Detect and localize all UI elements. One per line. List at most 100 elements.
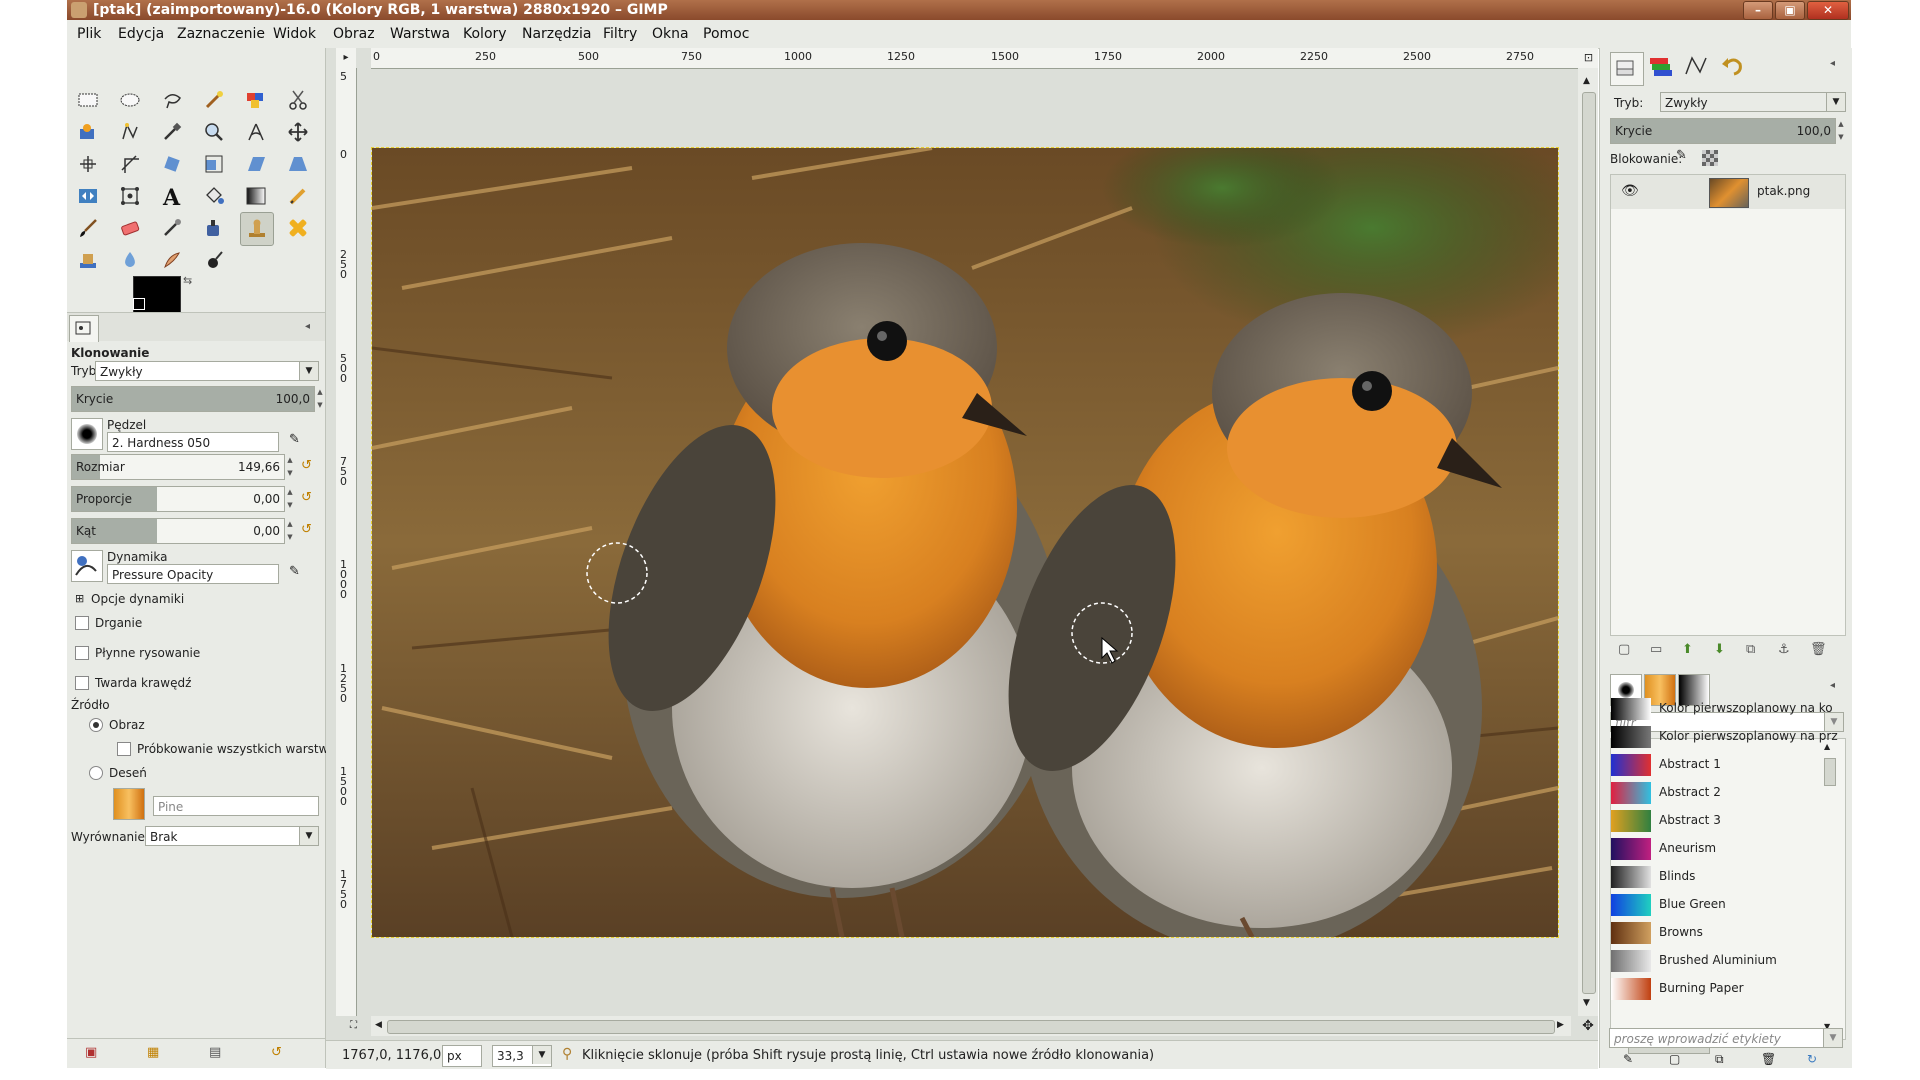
dodge-burn-icon[interactable] bbox=[198, 244, 230, 276]
restore-options-icon[interactable]: ▦ bbox=[147, 1045, 165, 1063]
brush-edit-icon[interactable]: ✎ bbox=[289, 432, 307, 450]
pencil-icon[interactable] bbox=[282, 180, 314, 212]
aspect-spinner[interactable]: ▲ ▼ bbox=[285, 486, 295, 512]
menu-edycja[interactable]: Edycja bbox=[118, 26, 164, 42]
scroll-down-icon[interactable]: ▼ bbox=[1583, 998, 1590, 1008]
close-button[interactable]: ✕ bbox=[1807, 1, 1849, 20]
eye-icon[interactable]: 👁 bbox=[1621, 183, 1639, 199]
layers-opacity-spinner[interactable]: ▲ ▼ bbox=[1836, 118, 1846, 144]
airbrush-icon[interactable] bbox=[156, 212, 188, 244]
raise-layer-icon[interactable]: ⬆ bbox=[1682, 642, 1700, 660]
tab-paths[interactable] bbox=[1682, 52, 1714, 84]
swap-colors-icon[interactable]: ⇆ bbox=[183, 274, 192, 287]
lower-layer-icon[interactable]: ⬇ bbox=[1714, 642, 1732, 660]
angle-slider[interactable]: Kąt 0,00 bbox=[71, 518, 285, 544]
dynamics-edit-icon[interactable]: ✎ bbox=[289, 564, 307, 582]
dynamics-name-field[interactable]: Pressure Opacity bbox=[107, 564, 279, 584]
zoom-fit-icon[interactable]: ⊡ bbox=[1579, 48, 1598, 68]
gradient-item[interactable]: Abstract 1 bbox=[1609, 752, 1831, 779]
refresh-gradients-icon[interactable]: ↻ bbox=[1807, 1052, 1825, 1070]
horizontal-scroll-thumb[interactable] bbox=[387, 1020, 1555, 1034]
anchor-layer-icon[interactable]: ⚓ bbox=[1778, 642, 1796, 660]
flip-icon[interactable] bbox=[72, 180, 104, 212]
edit-gradient-icon[interactable]: ✎ bbox=[1623, 1052, 1641, 1070]
menu-pomoc[interactable]: Pomoc bbox=[703, 26, 749, 42]
layers-opacity-slider[interactable]: Krycie 100,0 bbox=[1610, 118, 1836, 144]
sample-merged-checkbox[interactable] bbox=[117, 742, 131, 756]
hard-edge-checkbox[interactable] bbox=[75, 676, 89, 690]
lasso-icon[interactable] bbox=[156, 84, 188, 116]
gradient-item[interactable]: Kolor pierwszoplanowy na ko bbox=[1609, 696, 1833, 723]
smudge-icon[interactable] bbox=[156, 244, 188, 276]
color-select-icon[interactable] bbox=[240, 84, 272, 116]
image-canvas[interactable] bbox=[371, 147, 1559, 938]
maximize-button[interactable]: ▣ bbox=[1775, 1, 1805, 20]
rotate-icon[interactable] bbox=[156, 148, 188, 180]
foreground-select-icon[interactable] bbox=[72, 116, 104, 148]
heal-icon[interactable] bbox=[282, 212, 314, 244]
menu-filtry[interactable]: Filtry bbox=[603, 26, 637, 42]
menu-okna[interactable]: Okna bbox=[652, 26, 689, 42]
horizontal-ruler[interactable]: 0 250 500 750 1000 1250 1500 1750 2000 2… bbox=[371, 48, 1579, 69]
size-spinner[interactable]: ▲ ▼ bbox=[285, 454, 295, 480]
panel-menu-icon[interactable]: ◂ bbox=[1830, 680, 1835, 691]
bucket-fill-icon[interactable] bbox=[198, 180, 230, 212]
zoom-dropdown[interactable]: 33,3 ▼ bbox=[492, 1045, 552, 1067]
lock-alpha-icon[interactable] bbox=[1702, 150, 1718, 166]
duplicate-gradient-icon[interactable]: ⧉ bbox=[1715, 1052, 1733, 1070]
gradient-item[interactable]: Abstract 2 bbox=[1609, 780, 1831, 807]
size-slider[interactable]: Rozmiar 149,66 bbox=[71, 454, 285, 480]
jitter-checkbox[interactable] bbox=[75, 616, 89, 630]
brush-preview[interactable] bbox=[71, 418, 103, 450]
tab-channels[interactable] bbox=[1646, 52, 1678, 84]
menu-widok[interactable]: Widok bbox=[273, 26, 316, 42]
shear-icon[interactable] bbox=[240, 148, 272, 180]
size-reset-icon[interactable]: ↺ bbox=[301, 458, 319, 476]
cage-transform-icon[interactable] bbox=[114, 180, 146, 212]
dynamics-options-expander[interactable]: Opcje dynamiki bbox=[91, 592, 184, 606]
rect-select-icon[interactable] bbox=[72, 84, 104, 116]
menu-warstwa[interactable]: Warstwa bbox=[390, 26, 450, 42]
expand-icon[interactable]: ⊞ bbox=[75, 592, 84, 605]
angle-reset-icon[interactable]: ↺ bbox=[301, 522, 319, 540]
new-layer-group-icon[interactable]: ▭ bbox=[1650, 642, 1668, 660]
minimize-button[interactable]: – bbox=[1743, 1, 1773, 20]
brush-name-field[interactable]: 2. Hardness 050 bbox=[107, 432, 279, 452]
vertical-ruler[interactable]: 5 0 2 5 0 5 0 0 7 5 0 1 0 0 0 1 2 5 0 1 … bbox=[336, 68, 357, 1016]
quick-mask-corner[interactable]: ▸ bbox=[336, 48, 356, 68]
duplicate-layer-icon[interactable]: ⧉ bbox=[1746, 642, 1764, 660]
reset-options-icon[interactable]: ↺ bbox=[271, 1045, 289, 1063]
scissors-icon[interactable] bbox=[282, 84, 314, 116]
align-icon[interactable] bbox=[72, 148, 104, 180]
eraser-icon[interactable] bbox=[114, 212, 146, 244]
scroll-left-icon[interactable]: ◀ bbox=[375, 1020, 382, 1030]
source-image-radio[interactable] bbox=[89, 718, 103, 732]
opacity-slider[interactable]: Krycie 100,0 bbox=[71, 386, 315, 412]
opacity-spinner[interactable]: ▲ ▼ bbox=[315, 386, 325, 412]
tool-options-tab[interactable] bbox=[69, 315, 99, 342]
new-layer-icon[interactable]: ▢ bbox=[1618, 642, 1636, 660]
move-icon[interactable] bbox=[282, 116, 314, 148]
horizontal-scrollbar[interactable]: ◀ ▶ bbox=[371, 1016, 1571, 1036]
delete-layer-icon[interactable]: 🗑 bbox=[1810, 642, 1828, 660]
delete-gradient-icon[interactable]: 🗑 bbox=[1761, 1052, 1779, 1070]
navigate-icon[interactable]: ✥ bbox=[1578, 1016, 1598, 1036]
scroll-right-icon[interactable]: ▶ bbox=[1557, 1020, 1564, 1030]
pattern-preview[interactable] bbox=[113, 788, 145, 820]
default-colors-icon[interactable] bbox=[133, 298, 145, 310]
aspect-reset-icon[interactable]: ↺ bbox=[301, 490, 319, 508]
new-gradient-icon[interactable]: ▢ bbox=[1669, 1052, 1687, 1070]
ink-icon[interactable] bbox=[198, 212, 230, 244]
menu-zaznaczenie[interactable]: Zaznaczenie bbox=[177, 26, 265, 42]
gradient-item[interactable]: Abstract 3 bbox=[1609, 808, 1831, 835]
gradient-item[interactable]: Blue Green bbox=[1609, 892, 1831, 919]
text-tool-icon[interactable]: A bbox=[156, 180, 188, 212]
gradient-item[interactable]: Kolor pierwszoplanowy na prz bbox=[1609, 724, 1838, 751]
measure-icon[interactable] bbox=[240, 116, 272, 148]
gradient-item[interactable]: Burning Paper bbox=[1609, 976, 1831, 1003]
menu-kolory[interactable]: Kolory bbox=[463, 26, 507, 42]
tab-undo-history[interactable] bbox=[1718, 52, 1750, 84]
navigate-corner-icon[interactable]: ⛶ bbox=[336, 1016, 371, 1036]
fuzzy-select-icon[interactable] bbox=[198, 84, 230, 116]
gradient-item[interactable]: Brushed Aluminium bbox=[1609, 948, 1831, 975]
